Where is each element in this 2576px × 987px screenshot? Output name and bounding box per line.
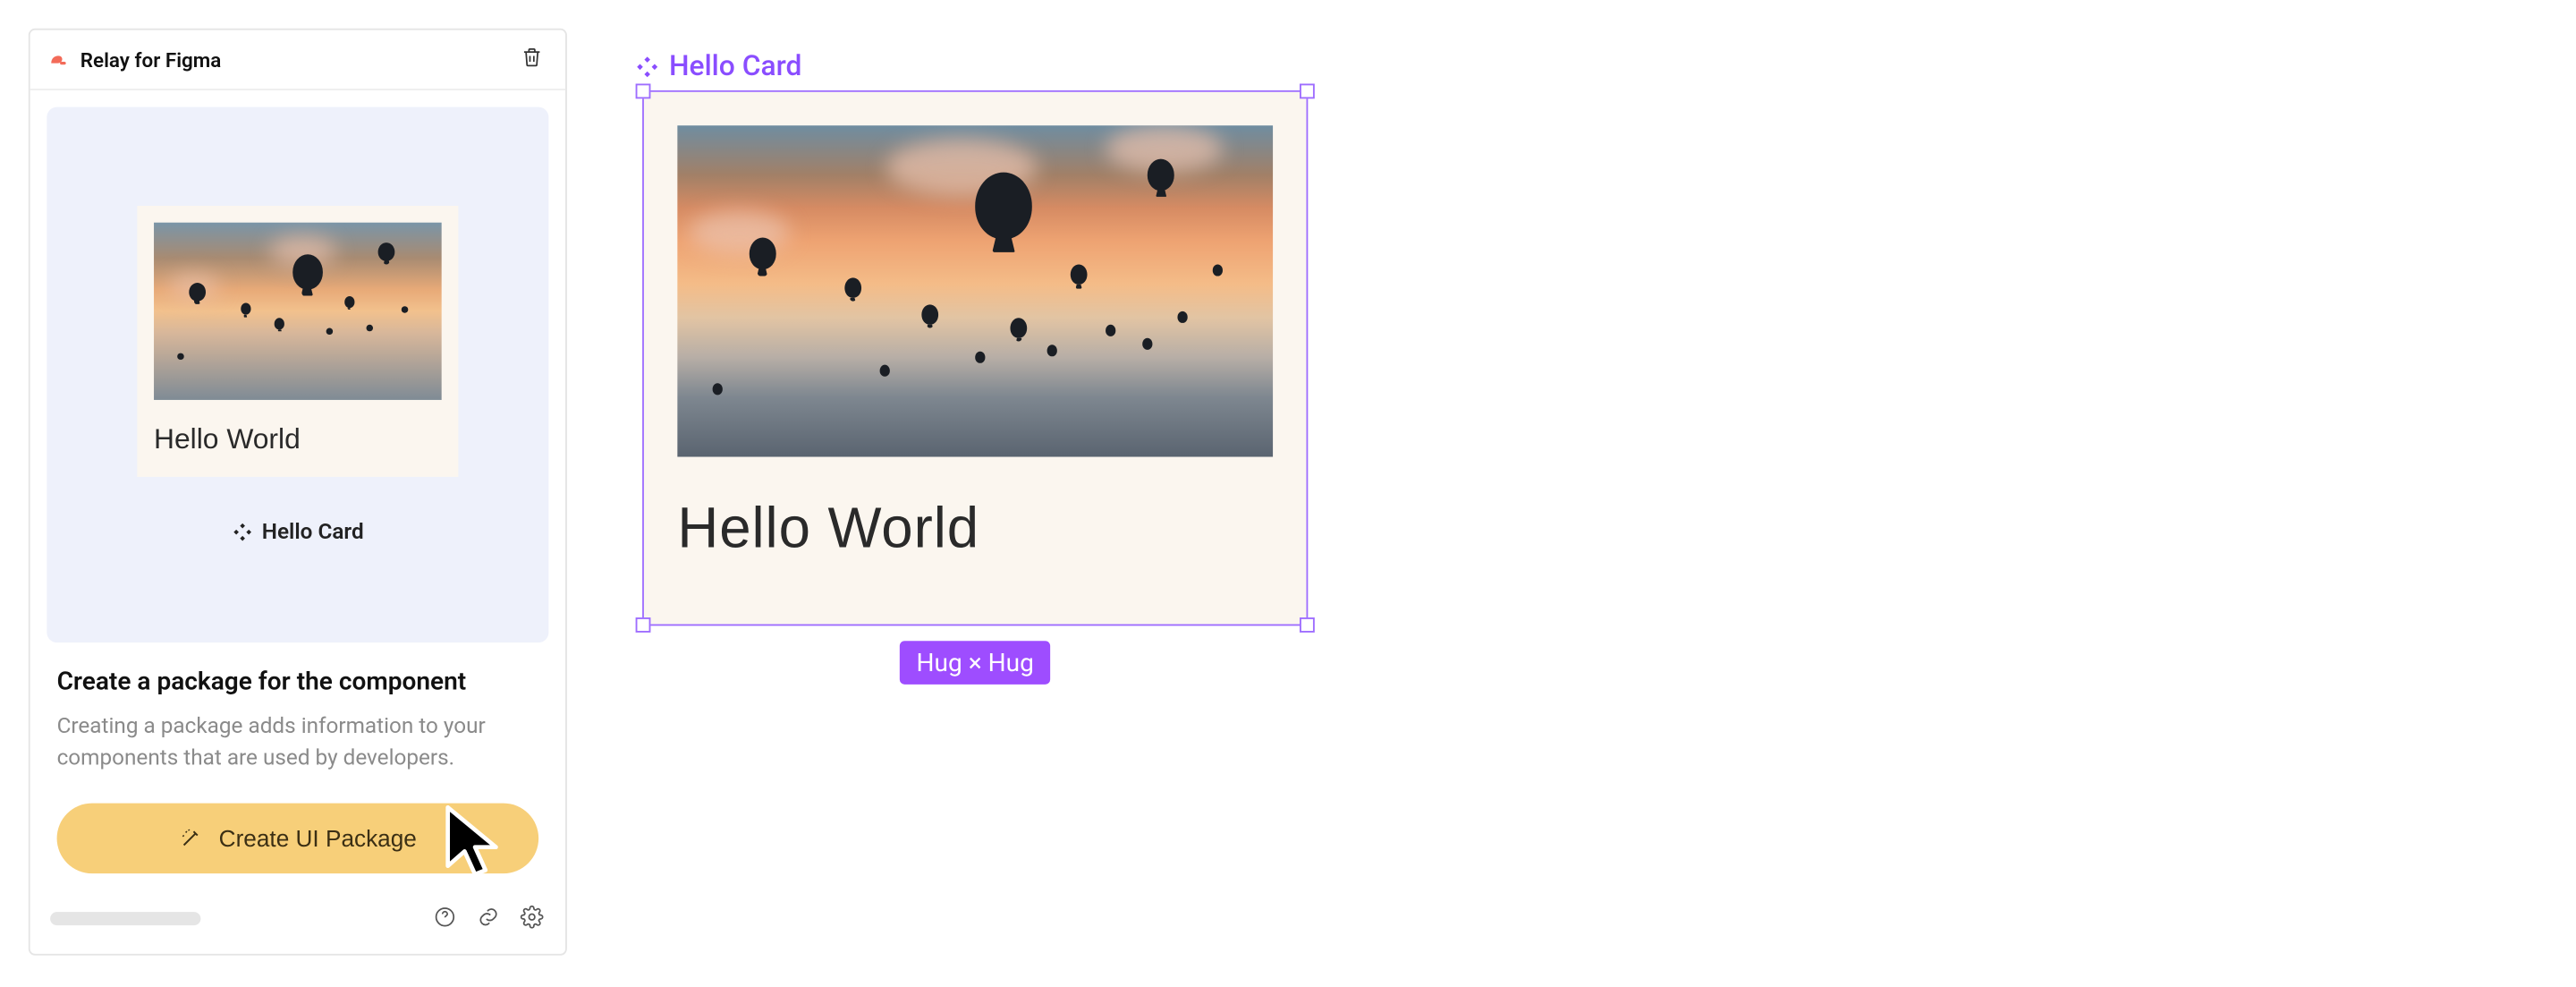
canvas-component-label[interactable]: Hello Card bbox=[636, 50, 802, 83]
selection-handle-bottom-right[interactable] bbox=[1300, 617, 1315, 633]
component-diamond-icon bbox=[232, 522, 251, 541]
preview-card-image bbox=[154, 222, 442, 399]
selection-handle-top-right[interactable] bbox=[1300, 84, 1315, 99]
relay-panel: Relay for Figma bbox=[29, 29, 567, 956]
link-icon bbox=[477, 903, 500, 935]
canvas-selection-frame[interactable]: Hello World Hug × Hug bbox=[642, 90, 1308, 625]
create-package-section: Create a package for the component Creat… bbox=[30, 659, 565, 803]
settings-button[interactable] bbox=[519, 906, 546, 932]
help-button[interactable] bbox=[431, 906, 458, 932]
cta-label: Create UI Package bbox=[219, 824, 417, 851]
trash-icon bbox=[521, 44, 544, 76]
link-button[interactable] bbox=[475, 906, 502, 932]
hello-card-title: Hello World bbox=[677, 497, 1273, 562]
section-heading: Create a package for the component bbox=[57, 666, 539, 696]
layout-size-badge: Hug × Hug bbox=[900, 641, 1051, 685]
gear-icon bbox=[521, 903, 544, 935]
preview-card[interactable]: Hello World bbox=[137, 205, 458, 476]
panel-header: Relay for Figma bbox=[30, 30, 565, 90]
canvas-component-label-text: Hello Card bbox=[669, 50, 801, 83]
hello-card-image bbox=[677, 125, 1273, 456]
relay-brand-icon bbox=[47, 47, 70, 71]
hello-card-component[interactable]: Hello World bbox=[644, 92, 1307, 625]
create-ui-package-button[interactable]: Create UI Package bbox=[57, 803, 539, 873]
component-diamond-icon bbox=[636, 55, 659, 79]
preview-component-label-text: Hello Card bbox=[262, 520, 364, 545]
scrollbar-horizontal[interactable] bbox=[50, 912, 200, 925]
selection-handle-bottom-left[interactable] bbox=[636, 617, 651, 633]
magic-wand-icon bbox=[179, 826, 202, 849]
preview-card-title: Hello World bbox=[154, 422, 442, 455]
help-icon bbox=[433, 903, 456, 935]
preview-component-label: Hello Card bbox=[232, 520, 364, 545]
panel-footer bbox=[30, 894, 565, 954]
selection-handle-top-left[interactable] bbox=[636, 84, 651, 99]
section-description: Creating a package adds information to y… bbox=[57, 713, 539, 776]
panel-title: Relay for Figma bbox=[80, 47, 515, 71]
delete-button[interactable] bbox=[515, 43, 548, 76]
component-preview-area: Hello World Hello Card bbox=[47, 107, 548, 642]
